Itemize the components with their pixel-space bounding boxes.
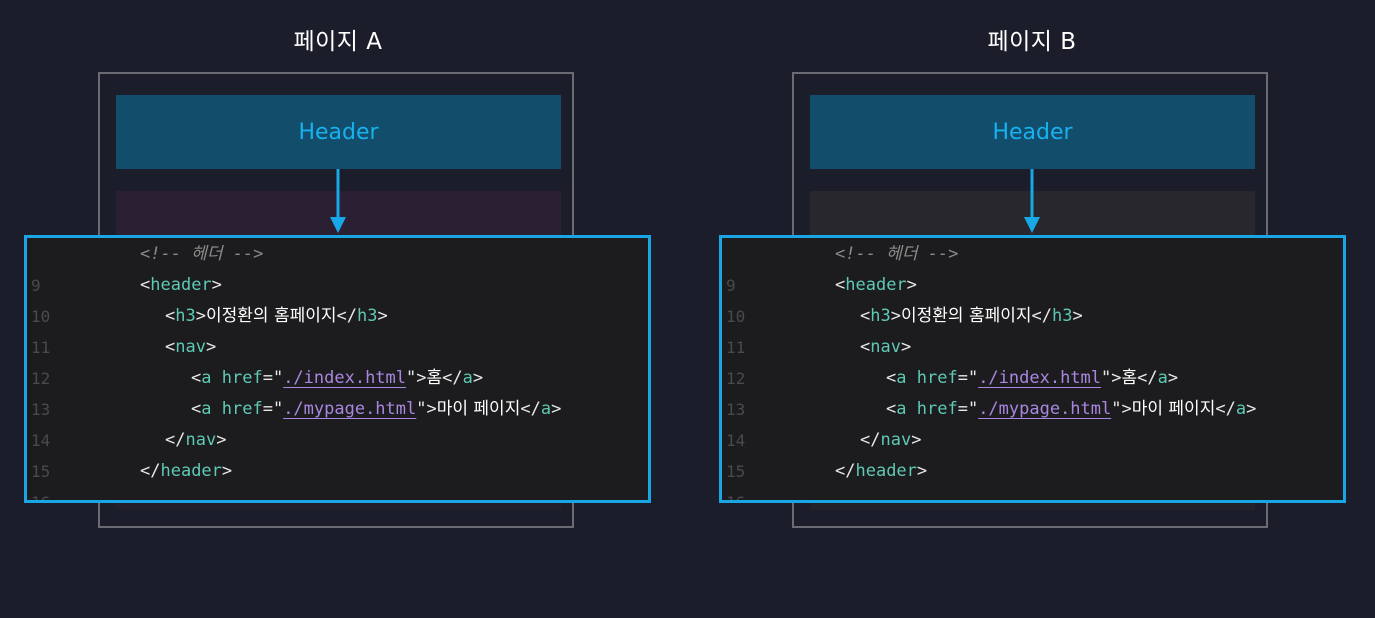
tag-name: a <box>1157 368 1168 388</box>
href-value: ./index.html <box>283 368 407 388</box>
code-line: 15 </nav> <box>27 425 648 481</box>
tag-name: nav <box>185 430 217 450</box>
code-text: <nav> <box>860 337 912 357</box>
tag-name: header <box>845 275 907 295</box>
tag-name: a <box>896 368 907 388</box>
code-line: 14 <a href="./mypage.html">마이 페이지</a> <box>27 394 648 450</box>
page-b-code-panel: 9 <!-- 헤더 --> 10 <header> 11 <h3>이정환의 홈페… <box>719 235 1346 503</box>
code-line: 10 <header> <box>722 270 1343 326</box>
code-line: 9 <!-- 헤더 --> <box>722 239 1343 295</box>
tag-name: a <box>540 399 552 419</box>
tag-name: a <box>201 368 212 388</box>
code-text: <h3>이정환의 홈페이지</h3> <box>165 306 388 326</box>
h3-text: 이정환의 홈페이지 <box>900 306 1032 326</box>
html-comment: <!-- 헤더 --> <box>140 244 264 264</box>
code-line: 16 </header> <box>27 456 648 500</box>
page-b-arrow <box>1024 169 1040 233</box>
page-b-title: 페이지 B <box>987 29 1077 55</box>
code-text: <!-- 헤더 --> <box>835 239 958 270</box>
code-text: <nav> <box>165 337 217 357</box>
code-text: </nav> <box>165 430 227 450</box>
tag-name: a <box>462 368 473 388</box>
href-value: ./index.html <box>978 368 1102 388</box>
code-text: </header> <box>140 461 233 481</box>
code-text: <header> <box>140 275 222 295</box>
code-text: <h3>이정환의 홈페이지</h3> <box>860 306 1083 326</box>
tag-name: nav <box>175 337 206 357</box>
tag-name: header <box>855 461 917 481</box>
tag-name: h3 <box>357 306 378 326</box>
code-line: 13 <a href="./index.html">홈</a> <box>27 363 648 419</box>
link-text: 홈 <box>426 368 443 388</box>
tag-name: nav <box>870 337 901 357</box>
code-line: 15 </nav> <box>722 425 1343 481</box>
code-line: 17 <box>27 487 648 500</box>
code-text: <a href="./mypage.html">마이 페이지</a> <box>886 399 1257 419</box>
code-line: 12 <nav> <box>722 332 1343 388</box>
tag-name: header <box>160 461 222 481</box>
page-b-header-label: Header <box>992 119 1073 145</box>
page-a-arrow <box>330 169 346 233</box>
tag-name: a <box>201 399 212 419</box>
page-a-code-panel: 9 <!-- 헤더 --> 10 <header> 11 <h3>이정환의 홈페… <box>24 235 651 503</box>
tag-name: h3 <box>1052 306 1073 326</box>
tag-name: a <box>896 399 907 419</box>
code-text: <a href="./index.html">홈</a> <box>191 368 484 388</box>
tag-name: h3 <box>175 306 196 326</box>
code-line: 10 <header> <box>27 270 648 326</box>
code-line: 9 <!-- 헤더 --> <box>27 239 648 295</box>
code-line: 12 <nav> <box>27 332 648 388</box>
attr-name: href <box>916 399 958 419</box>
page-a-header-box: Header <box>116 95 561 169</box>
link-text: 마이 페이지 <box>1131 399 1216 419</box>
code-line: 13 <a href="./index.html">홈</a> <box>722 363 1343 419</box>
attr-name: href <box>221 399 263 419</box>
code-text: <a href="./mypage.html">마이 페이지</a> <box>191 399 562 419</box>
html-comment: <!-- 헤더 --> <box>835 244 959 264</box>
code-line: 17 <box>722 487 1343 500</box>
h3-text: 이정환의 홈페이지 <box>205 306 337 326</box>
code-text: <header> <box>835 275 917 295</box>
link-text: 마이 페이지 <box>436 399 521 419</box>
code-text: </header> <box>835 461 928 481</box>
code-line: 16 </header> <box>722 456 1343 500</box>
code-text: </nav> <box>860 430 922 450</box>
page-a-header-label: Header <box>298 119 379 145</box>
attr-name: href <box>221 368 263 388</box>
code-text: <!-- 헤더 --> <box>140 239 263 270</box>
attr-name: href <box>916 368 958 388</box>
tag-name: a <box>1235 399 1247 419</box>
page-a-title: 페이지 A <box>293 29 383 55</box>
tag-name: header <box>150 275 212 295</box>
page-b-header-box: Header <box>810 95 1255 169</box>
href-value: ./mypage.html <box>283 399 417 419</box>
code-line: 14 <a href="./mypage.html">마이 페이지</a> <box>722 394 1343 450</box>
link-text: 홈 <box>1121 368 1138 388</box>
code-line: 11 <h3>이정환의 홈페이지</h3> <box>722 301 1343 357</box>
code-text: <a href="./index.html">홈</a> <box>886 368 1179 388</box>
code-line: 11 <h3>이정환의 홈페이지</h3> <box>27 301 648 357</box>
href-value: ./mypage.html <box>978 399 1112 419</box>
tag-name: h3 <box>870 306 891 326</box>
tag-name: nav <box>880 430 912 450</box>
